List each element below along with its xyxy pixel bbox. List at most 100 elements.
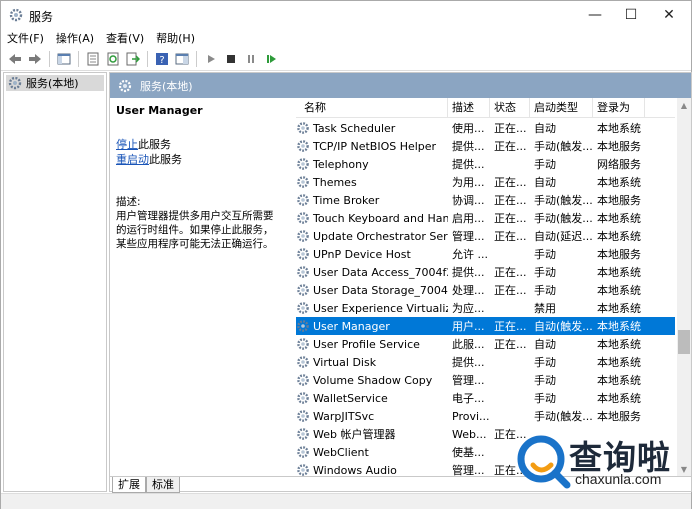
service-row[interactable]: Time Broker 协调... 正在... 手动(触发... 本地服务 [296, 191, 675, 209]
magnifier-logo-icon [517, 435, 571, 489]
menu-action[interactable]: 操作(A) [56, 30, 94, 46]
service-status-cell: 正在... [494, 320, 527, 333]
column-status[interactable]: 状态 [490, 98, 530, 118]
service-name: WebClient [313, 445, 369, 459]
tree-item-label: 服务(本地) [26, 77, 79, 90]
back-button[interactable] [5, 50, 25, 68]
watermark-logo: 查询啦 chaxunla.com [513, 425, 688, 507]
service-name-cell: Volume Shadow Copy [296, 373, 448, 387]
service-row[interactable]: UPnP Device Host 允许 ... 手动 本地服务 [296, 245, 675, 263]
scrollbar-thumb[interactable] [678, 330, 690, 354]
service-logon-cell: 本地系统 [597, 320, 641, 333]
tree-item-services-local[interactable]: 服务(本地) [6, 75, 104, 91]
stop-service-button[interactable] [221, 50, 241, 68]
scroll-up-icon[interactable]: ▲ [677, 98, 691, 112]
service-row[interactable]: User Manager 用户... 正在... 自动(触发... 本地系统 [296, 317, 675, 335]
service-row[interactable]: User Data Access_7004f24 提供... 正在... 手动 本地系统 [296, 263, 675, 281]
service-gear-icon [297, 302, 309, 314]
toolbar-separator [49, 50, 50, 67]
service-desc-cell: 处理... [452, 284, 485, 297]
arrow-right-icon [29, 53, 41, 64]
pause-service-button[interactable] [241, 50, 261, 68]
tab-standard[interactable]: 标准 [146, 477, 180, 493]
console-tree-button[interactable] [54, 50, 74, 68]
column-name[interactable]: 名称 [296, 98, 448, 118]
export-list-button[interactable] [123, 50, 143, 68]
service-name-cell: User Profile Service [296, 337, 448, 351]
service-status-cell: 正在... [494, 212, 527, 225]
service-status-cell: 正在... [494, 140, 527, 153]
service-startup-cell: 手动(触发... [534, 410, 593, 423]
service-name: UPnP Device Host [313, 247, 411, 261]
service-row[interactable]: User Profile Service 此服... 正在... 自动 本地系统 [296, 335, 675, 353]
stop-service-link[interactable]: 停止 [116, 138, 138, 151]
service-name: TCP/IP NetBIOS Helper [313, 139, 437, 153]
restart-service-button[interactable] [261, 50, 281, 68]
menu-file[interactable]: 文件(F) [7, 30, 44, 46]
service-desc-cell: 用户... [452, 320, 485, 333]
service-gear-icon [297, 176, 309, 188]
menu-help[interactable]: 帮助(H) [156, 30, 195, 46]
service-startup-cell: 自动(延迟... [534, 230, 593, 243]
menu-view[interactable]: 查看(V) [106, 30, 144, 46]
forward-button[interactable] [25, 50, 45, 68]
toolbar-separator [78, 50, 79, 67]
panel-header-title: 服务(本地) [140, 79, 193, 93]
vertical-scrollbar[interactable]: ▲ ▼ [677, 98, 691, 476]
gear-icon [8, 76, 22, 90]
properties-button[interactable] [83, 50, 103, 68]
toolbar-separator [196, 50, 197, 67]
service-desc-cell: 此服... [452, 338, 485, 351]
service-name: User Data Storage_7004f24 [313, 283, 448, 297]
service-row[interactable]: Update Orchestrator Service 管理... 正在... 自动(… [296, 227, 675, 245]
column-startup-type[interactable]: 启动类型 [530, 98, 593, 118]
stop-icon [227, 54, 235, 63]
title-bar: 服务 — ☐ ✕ [1, 1, 691, 29]
service-gear-icon [297, 284, 309, 296]
menu-bar: 文件(F) 操作(A) 查看(V) 帮助(H) [1, 29, 691, 47]
service-name: Telephony [313, 157, 369, 171]
service-gear-icon [297, 248, 309, 260]
service-logon-cell: 本地系统 [597, 230, 641, 243]
start-service-button[interactable] [201, 50, 221, 68]
service-logon-cell: 本地系统 [597, 176, 641, 189]
service-name: Update Orchestrator Service [313, 229, 448, 243]
service-name-cell: Virtual Disk [296, 355, 448, 369]
service-row[interactable]: TCP/IP NetBIOS Helper 提供... 正在... 手动(触发... 本… [296, 137, 675, 155]
service-gear-icon [297, 122, 309, 134]
service-desc-cell: 电子... [452, 392, 485, 405]
svg-text:?: ? [159, 55, 164, 66]
service-desc-cell: 管理... [452, 464, 485, 476]
service-row[interactable]: Virtual Disk 提供... 手动 本地系统 [296, 353, 675, 371]
column-logon-as[interactable]: 登录为 [593, 98, 645, 118]
service-logon-cell: 网络服务 [597, 158, 641, 171]
tab-extended[interactable]: 扩展 [112, 477, 146, 493]
close-button[interactable]: ✕ [651, 1, 687, 29]
minimize-button[interactable]: — [577, 1, 613, 29]
service-row[interactable]: User Experience Virtualizat... 为应... 禁用 本地系… [296, 299, 675, 317]
service-logon-cell: 本地系统 [597, 284, 641, 297]
services-gear-icon [9, 8, 23, 22]
service-row[interactable]: User Data Storage_7004f24 处理... 正在... 手动 本地系… [296, 281, 675, 299]
service-row[interactable]: WarpJITSvc Provi... 手动(触发... 本地服务 [296, 407, 675, 425]
maximize-button[interactable]: ☐ [613, 1, 649, 29]
service-name-cell: Touch Keyboard and Hand... [296, 211, 448, 225]
show-hide-pane-button[interactable] [172, 50, 192, 68]
service-name: User Experience Virtualizat... [313, 301, 448, 315]
service-gear-icon [297, 374, 309, 386]
service-row[interactable]: Task Scheduler 使用... 正在... 自动 本地系统 [296, 119, 675, 137]
column-description[interactable]: 描述 [448, 98, 490, 118]
help-icon: ? [156, 52, 168, 66]
service-row[interactable]: Volume Shadow Copy 管理... 手动 本地系统 [296, 371, 675, 389]
refresh-button[interactable] [103, 50, 123, 68]
service-row[interactable]: Telephony 提供... 手动 网络服务 [296, 155, 675, 173]
service-startup-cell: 手动 [534, 356, 556, 369]
help-button[interactable]: ? [152, 50, 172, 68]
service-row[interactable]: Touch Keyboard and Hand... 启用... 正在... 手动(触… [296, 209, 675, 227]
service-row[interactable]: WalletService 电子... 手动 本地系统 [296, 389, 675, 407]
service-row[interactable]: Themes 为用... 正在... 自动 本地系统 [296, 173, 675, 191]
service-status-cell: 正在... [494, 122, 527, 135]
restart-service-link[interactable]: 重启动 [116, 153, 149, 166]
service-status-cell: 正在... [494, 338, 527, 351]
service-startup-cell: 自动 [534, 338, 556, 351]
